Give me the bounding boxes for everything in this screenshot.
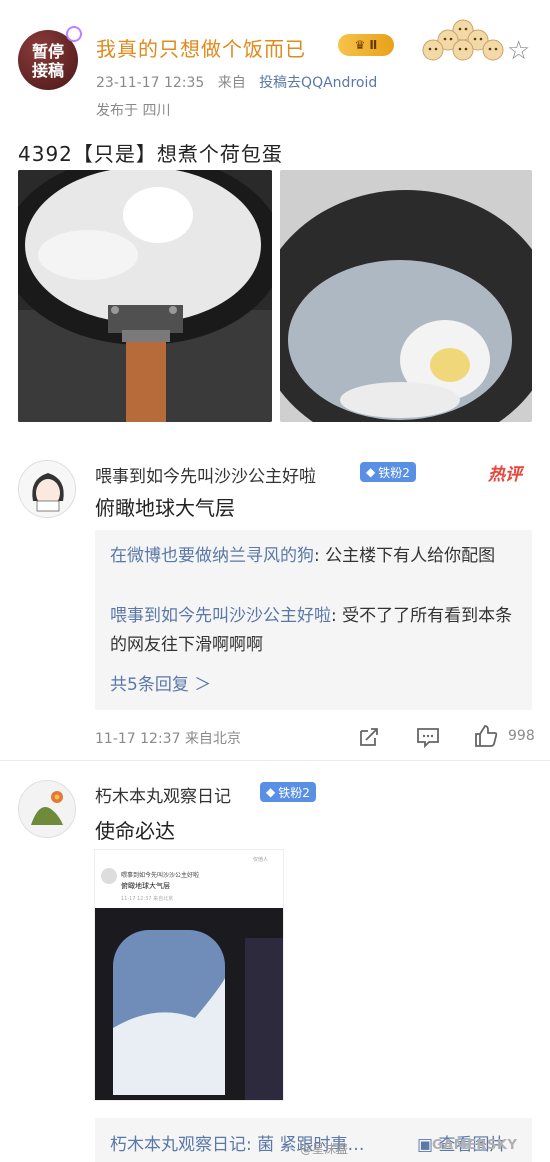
from-prefix: 来自 <box>217 75 246 91</box>
shot-body: 俯瞰地球大气层 <box>121 882 170 890</box>
diamond-icon: ◆ <box>266 785 276 799</box>
post-time: 23-11-17 12:35 <box>96 75 205 91</box>
site-watermark: GAMERSKY <box>432 1138 518 1153</box>
more-replies-link[interactable]: 共5条回复 ＞ <box>110 670 211 695</box>
author-avatar[interactable]: 暂停 接稿 <box>18 26 82 90</box>
post-text: 4392【只是】想煮个荷包蛋 <box>18 142 283 166</box>
shot-avatar <box>101 868 117 884</box>
fan-badge: ◆ 铁粉2 <box>360 462 416 482</box>
reply-item[interactable]: 喂事到如今先叫沙沙公主好啦: 受不了了所有看到本条的网友往下滑啊啊啊 <box>110 602 520 660</box>
diamond-icon: ◆ <box>366 465 376 479</box>
vip-badge[interactable]: ♛ Ⅱ <box>338 34 394 56</box>
post-source[interactable]: 投稿去QQAndroid <box>259 75 377 91</box>
fan-badge: ◆ 铁粉2 <box>260 782 316 802</box>
reply-username[interactable]: 喂事到如今先叫沙沙公主好啦 <box>110 606 331 626</box>
comment-time: 11-17 12:37 <box>95 731 181 747</box>
avatar-text-line1: 暂停 <box>31 42 64 61</box>
like-icon[interactable] <box>473 724 499 748</box>
share-icon[interactable] <box>358 726 380 748</box>
decoration-faces-icon <box>422 19 504 61</box>
comment-image-screenshot[interactable]: 仅他人 喂事到如今先叫沙沙公主好啦 俯瞰地球大气层 11-17 12:37 来自… <box>95 850 283 1100</box>
shot-username: 喂事到如今先叫沙沙公主好啦 <box>121 872 200 879</box>
post-image-pan[interactable] <box>18 170 272 422</box>
comment-icon[interactable] <box>416 726 440 748</box>
vip-level: Ⅱ <box>369 38 378 52</box>
comment-body: 俯瞰地球大气层 <box>95 496 235 520</box>
image-icon: ▣ <box>417 1135 434 1155</box>
reply-item[interactable]: 在微博也要做纳兰寻风的狗: 公主楼下有人给你配图 <box>110 542 520 571</box>
commenter-avatar[interactable] <box>18 780 76 838</box>
avatar-text-line2: 接稿 <box>31 61 64 80</box>
author-username[interactable]: 我真的只想做个饭而已 <box>96 33 306 62</box>
reply-text: : 公主楼下有人给你配图 <box>314 546 496 566</box>
crown-icon: ♛ <box>354 38 366 52</box>
comment-username[interactable]: 朽木本丸观察日记 <box>95 782 231 807</box>
star-outline-icon[interactable]: ☆ <box>507 36 530 66</box>
divider <box>0 760 550 761</box>
shot-top-label: 仅他人 <box>253 857 269 863</box>
comment-meta: 11-17 12:37 来自北京 <box>95 728 241 748</box>
post-meta: 23-11-17 12:35 来自 投稿去QQAndroid <box>96 72 377 92</box>
airplane-window-photo <box>95 908 283 1100</box>
comment-body: 使命必达 <box>95 819 175 843</box>
post-location: 发布于 四川 <box>96 103 171 119</box>
like-count: 998 <box>508 728 535 744</box>
reply-box[interactable]: 在微博也要做纳兰寻风的狗: 公主楼下有人给你配图 喂事到如今先叫沙沙公主好啦: … <box>95 530 532 710</box>
avatar-badge-icon <box>66 26 82 42</box>
commenter-avatar[interactable] <box>18 460 76 518</box>
post-image-pot[interactable] <box>280 170 532 422</box>
hot-comment-tag: 热评 <box>488 465 522 485</box>
comment-username[interactable]: 喂事到如今先叫沙沙公主好啦 <box>95 462 316 487</box>
reply-username[interactable]: 在微博也要做纳兰寻风的狗 <box>110 546 314 566</box>
shot-meta: 11-17 12:37 来自北京 <box>121 896 174 902</box>
weibo-watermark: @星沫盛 <box>300 1142 349 1156</box>
comment-from: 来自北京 <box>184 731 241 747</box>
